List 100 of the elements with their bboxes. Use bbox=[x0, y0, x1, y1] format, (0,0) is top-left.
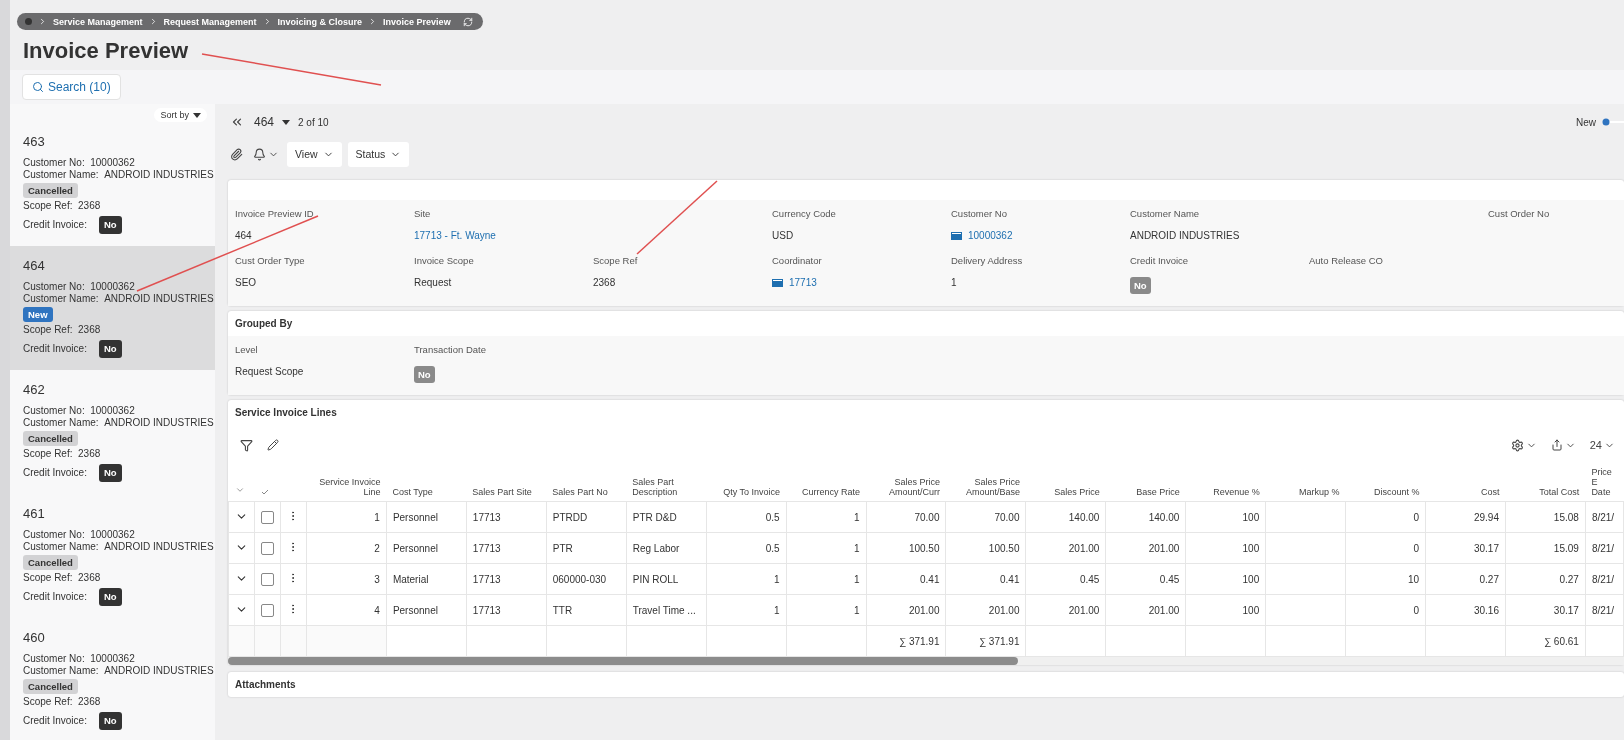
field-label: Cust Order Type bbox=[235, 255, 306, 266]
record-card[interactable]: 463 Customer No: 10000362 Customer Name: ANDROID INDUSTRIES Cancelled Scope Ref: 2368 Credit Invoice: No bbox=[10, 122, 215, 246]
column-header[interactable]: Qty To Invoice bbox=[706, 465, 787, 502]
refresh-icon[interactable] bbox=[462, 16, 473, 27]
table-cell: 201.00 bbox=[1148, 604, 1180, 616]
table-cell: PTR bbox=[552, 542, 573, 554]
no-badge: No bbox=[98, 216, 122, 234]
field-value: USD bbox=[772, 230, 795, 241]
table-cell: PTR D&D bbox=[632, 511, 677, 523]
column-header[interactable]: Sales Price Amount/Curr bbox=[866, 465, 946, 502]
table-cell: PIN ROLL bbox=[632, 573, 679, 585]
table-cell: 1 bbox=[774, 604, 780, 616]
table-cell: 1 bbox=[853, 542, 860, 554]
page-size-dropdown[interactable]: 24 bbox=[1587, 437, 1617, 453]
record-field: Scope Ref: 2368 bbox=[23, 696, 215, 708]
field-label: Scope Ref bbox=[593, 255, 639, 266]
table-cell: 1 bbox=[853, 511, 860, 523]
column-header[interactable]: Sales Part No bbox=[546, 465, 627, 502]
table-cell: 8/21/ bbox=[1591, 573, 1615, 585]
column-header[interactable]: Cost Type bbox=[386, 465, 467, 502]
edit-icon[interactable] bbox=[265, 437, 281, 453]
status-badge: New bbox=[23, 307, 53, 322]
table-cell: 17713 bbox=[472, 542, 501, 554]
record-card[interactable]: 462 Customer No: 10000362 Customer Name: ANDROID INDUSTRIES Cancelled Scope Ref: 2368 Credit Invoice: No bbox=[10, 370, 215, 494]
field-label: Currency Code bbox=[772, 208, 837, 219]
no-badge: No bbox=[98, 712, 122, 730]
table-cell: 17713 bbox=[472, 604, 501, 616]
menu-dropdown[interactable]: Status bbox=[347, 141, 410, 167]
attachment-icon[interactable] bbox=[228, 145, 245, 163]
record-selector[interactable]: 464 bbox=[254, 115, 275, 129]
record-field-label: Credit Invoice: bbox=[23, 343, 87, 354]
menu-dropdown[interactable]: View bbox=[287, 141, 342, 167]
record-field: Customer No: 10000362 bbox=[23, 405, 215, 417]
record-field: Scope Ref: 2368 bbox=[23, 200, 215, 212]
table-cell: 0 bbox=[1413, 542, 1420, 554]
table-cell: 201.00 bbox=[988, 604, 1020, 616]
record-id: 461 bbox=[23, 506, 46, 521]
table-cell: 0.41 bbox=[920, 573, 940, 585]
record-field: Customer No: 10000362 bbox=[23, 157, 215, 169]
breadcrumb-link[interactable]: Invoice Preview bbox=[383, 16, 451, 27]
record-id: 462 bbox=[23, 382, 46, 397]
table-cell: 1 bbox=[853, 604, 860, 616]
column-header[interactable]: Sales Price Amount/Base bbox=[946, 465, 1026, 502]
column-header[interactable]: Discount % bbox=[1345, 465, 1426, 502]
record-card[interactable]: 464 Customer No: 10000362 Customer Name: ANDROID INDUSTRIES New Scope Ref: 2368 Credit Invoice: No bbox=[10, 246, 215, 370]
breadcrumb-link[interactable]: Request Management bbox=[163, 16, 257, 27]
column-header[interactable]: Total Cost bbox=[1505, 465, 1586, 502]
table-cell: 30.17 bbox=[1553, 604, 1579, 616]
field-value: 1 bbox=[951, 277, 958, 288]
search-button[interactable]: Search (10) bbox=[22, 74, 121, 100]
breadcrumb-link[interactable]: Invoicing & Closure bbox=[277, 16, 363, 27]
column-header[interactable]: Revenue % bbox=[1185, 465, 1266, 502]
column-header[interactable]: Price E Date bbox=[1585, 465, 1624, 502]
row-checkbox[interactable] bbox=[261, 603, 274, 617]
column-header[interactable]: Service Invoice Line bbox=[306, 465, 387, 502]
table-cell: Personnel bbox=[392, 542, 438, 554]
table-cell: 0 bbox=[1413, 511, 1420, 523]
search-icon bbox=[32, 81, 44, 93]
table-cell: 2 bbox=[374, 542, 380, 554]
column-header[interactable]: Markup % bbox=[1265, 465, 1346, 502]
status-badge: Cancelled bbox=[23, 431, 78, 446]
field-label: Invoice Scope bbox=[414, 255, 475, 266]
column-header[interactable]: Cost bbox=[1425, 465, 1506, 502]
row-checkbox[interactable] bbox=[261, 572, 274, 586]
record-field: Customer Name: ANDROID INDUSTRIES bbox=[23, 541, 215, 553]
field-label: Invoice Preview ID bbox=[235, 208, 315, 219]
sort-by-button[interactable]: Sort by bbox=[154, 108, 207, 122]
column-header[interactable]: Base Price bbox=[1105, 465, 1186, 502]
column-header[interactable]: Sales Part Description bbox=[626, 465, 707, 502]
home-dot-icon[interactable] bbox=[25, 18, 32, 25]
field-label: Level bbox=[235, 344, 259, 355]
table-cell: 0.27 bbox=[1479, 573, 1499, 585]
record-position: 2 of 10 bbox=[298, 116, 329, 128]
column-header[interactable]: Sales Part Site bbox=[466, 465, 547, 502]
table-cell: 0 bbox=[1413, 604, 1420, 616]
column-total: ∑ 371.91 bbox=[978, 635, 1020, 647]
section-title: Service Invoice Lines bbox=[234, 406, 338, 420]
table-cell: 0.45 bbox=[1159, 573, 1180, 585]
field-label: Transaction Date bbox=[414, 344, 487, 355]
column-header[interactable]: Currency Rate bbox=[786, 465, 867, 502]
horizontal-scrollbar[interactable] bbox=[228, 657, 1018, 665]
field-link[interactable]: 17713 bbox=[789, 277, 817, 288]
table-cell: 100 bbox=[1242, 542, 1260, 554]
table-cell: 29.94 bbox=[1473, 511, 1499, 523]
field-link[interactable]: 17713 - Ft. Wayne bbox=[414, 230, 593, 241]
check-all-icon[interactable] bbox=[260, 489, 269, 495]
breadcrumb-link[interactable]: Service Management bbox=[53, 16, 143, 27]
row-checkbox[interactable] bbox=[261, 510, 274, 524]
table-cell: Personnel bbox=[392, 604, 438, 616]
row-checkbox[interactable] bbox=[261, 541, 274, 555]
table-cell: 30.16 bbox=[1473, 604, 1499, 616]
field-link[interactable]: 10000362 bbox=[968, 230, 1013, 241]
column-header[interactable]: Sales Price bbox=[1025, 465, 1106, 502]
record-card[interactable]: 460 Customer No: 10000362 Customer Name: ANDROID INDUSTRIES Cancelled Scope Ref: 2368 Credit Invoice: No bbox=[10, 618, 215, 740]
record-field-label: Credit Invoice: bbox=[23, 591, 87, 602]
chevron-icon bbox=[38, 17, 47, 26]
record-card[interactable]: 461 Customer No: 10000362 Customer Name: ANDROID INDUSTRIES Cancelled Scope Ref: 2368 Credit Invoice: No bbox=[10, 494, 215, 618]
table-cell: 100 bbox=[1242, 511, 1260, 523]
record-field: Scope Ref: 2368 bbox=[23, 324, 215, 336]
field-label: Cust Order No bbox=[1488, 208, 1551, 219]
